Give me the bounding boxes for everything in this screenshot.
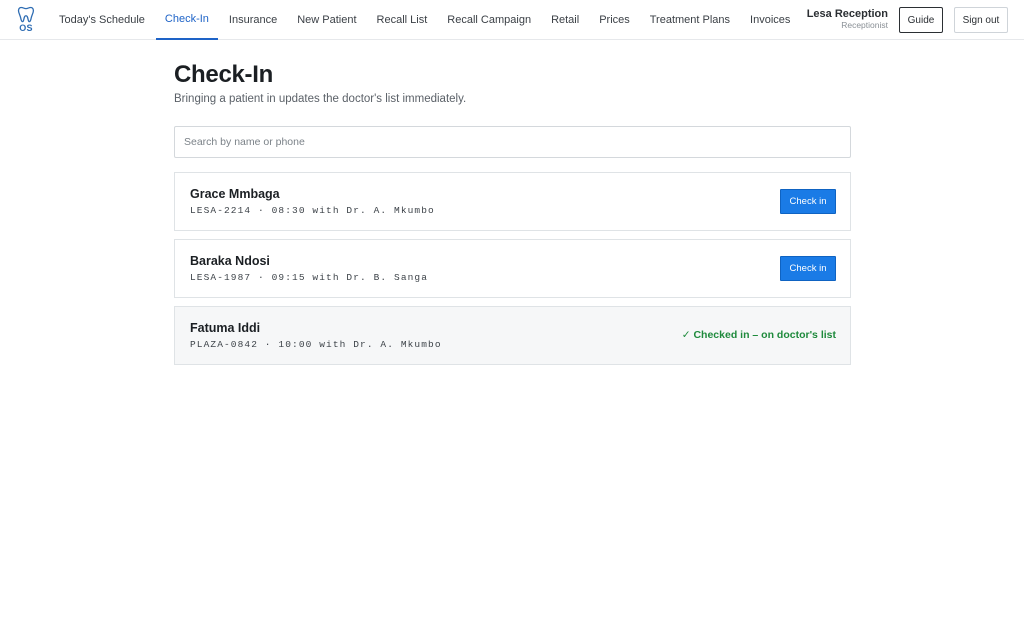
patient-card: Grace Mmbaga LESA-2214 · 08:30 with Dr. … <box>174 172 851 231</box>
nav-item-todays-schedule[interactable]: Today's Schedule <box>50 0 154 40</box>
patient-name: Fatuma Iddi <box>190 321 261 335</box>
top-navigation-bar: OS Today's Schedule Check-In Insurance N… <box>0 0 1024 40</box>
user-role: Receptionist <box>841 20 888 30</box>
checked-in-status: ✓ Checked in – on doctor's list <box>681 329 836 341</box>
page-subtitle: Bringing a patient in updates the doctor… <box>174 93 467 105</box>
nav-item-check-in[interactable]: Check-In <box>155 0 218 40</box>
logo-text: OS <box>19 23 33 33</box>
nav-item-invoices[interactable]: Invoices <box>741 0 799 40</box>
tooth-icon <box>17 6 35 23</box>
patient-appointment-meta: LESA-2214 · 08:30 with Dr. A. Mkumbo <box>190 205 435 216</box>
nav-item-prices[interactable]: Prices <box>590 0 639 40</box>
patient-appointment-meta: LESA-1987 · 09:15 with Dr. B. Sanga <box>190 272 429 283</box>
page-title: Check-In <box>174 61 273 88</box>
patient-card: Fatuma Iddi PLAZA-0842 · 10:00 with Dr. … <box>174 306 851 365</box>
patient-card: Baraka Ndosi LESA-1987 · 09:15 with Dr. … <box>174 239 851 298</box>
nav-item-insurance[interactable]: Insurance <box>220 0 286 40</box>
nav-item-recall-list[interactable]: Recall List <box>368 0 437 40</box>
nav-item-new-patient[interactable]: New Patient <box>288 0 365 40</box>
sign-out-button[interactable]: Sign out <box>954 7 1008 33</box>
main-content: Check-In Bringing a patient in updates t… <box>174 60 851 365</box>
check-in-button[interactable]: Check in <box>780 256 836 281</box>
user-info: Lesa Reception Receptionist <box>807 8 888 30</box>
check-in-button[interactable]: Check in <box>780 189 836 214</box>
nav-item-treatment-plans[interactable]: Treatment Plans <box>641 0 739 40</box>
patient-name: Baraka Ndosi <box>190 254 270 268</box>
main-nav: Today's Schedule Check-In Insurance New … <box>50 0 801 40</box>
patient-name: Grace Mmbaga <box>190 187 280 201</box>
patient-appointment-meta: PLAZA-0842 · 10:00 with Dr. A. Mkumbo <box>190 339 442 350</box>
tooth-logo-icon[interactable]: OS <box>15 6 37 34</box>
user-name: Lesa Reception <box>806 8 888 20</box>
search-input[interactable] <box>174 126 851 158</box>
nav-item-recall-campaign[interactable]: Recall Campaign <box>438 0 540 40</box>
guide-button[interactable]: Guide <box>899 7 943 33</box>
nav-item-retail[interactable]: Retail <box>542 0 588 40</box>
